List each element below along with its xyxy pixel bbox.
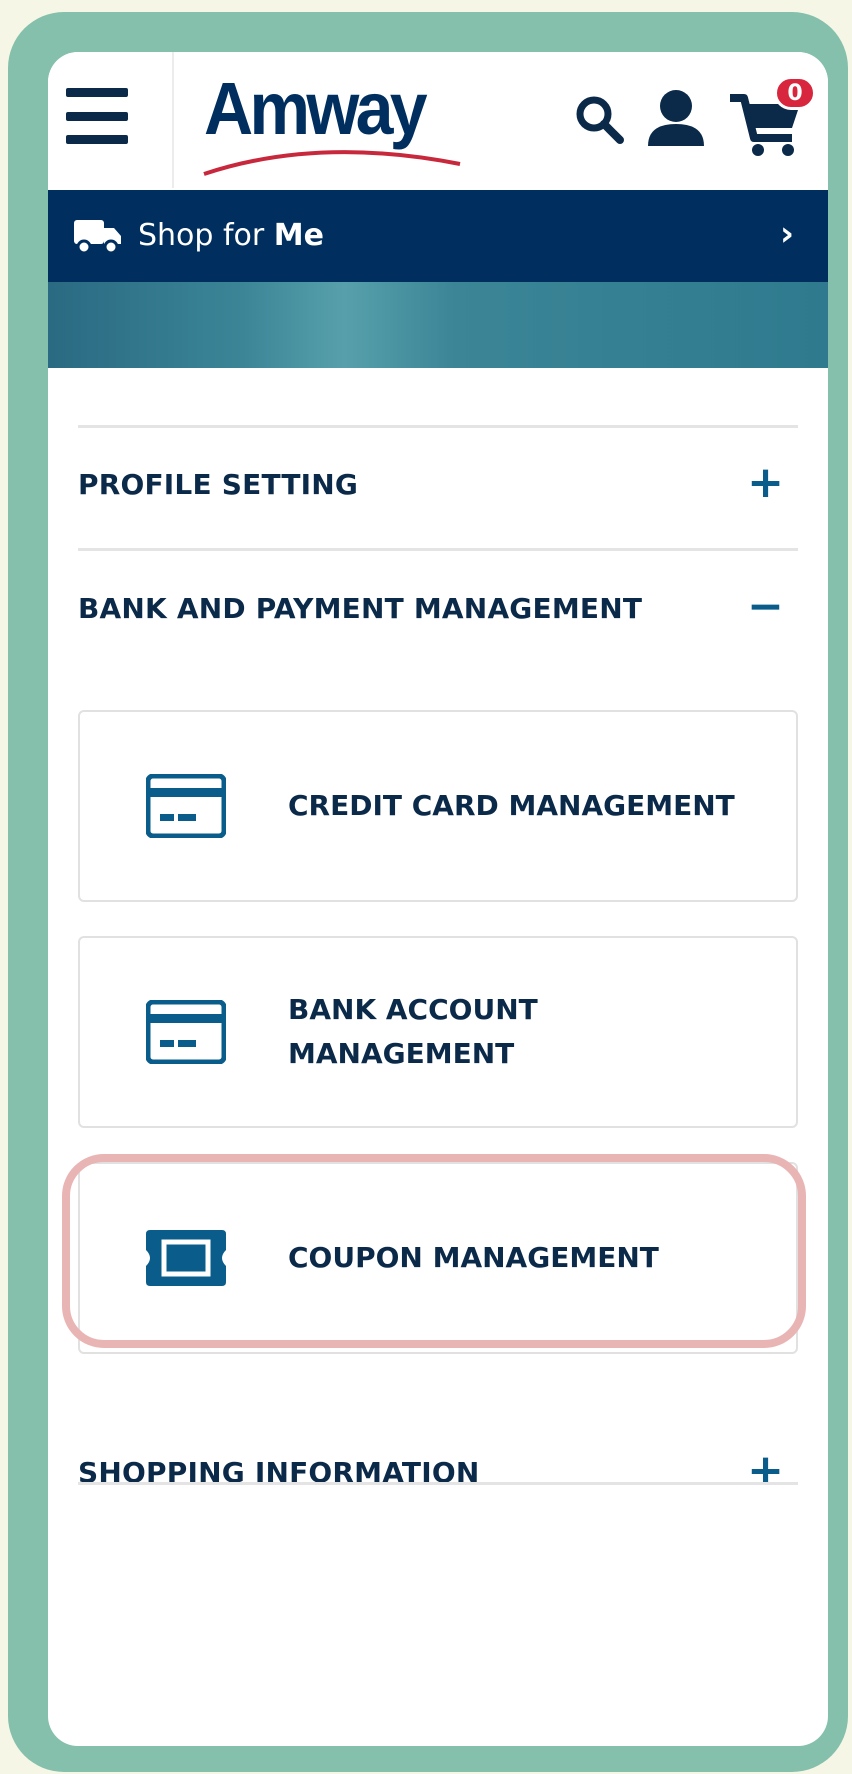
app-screen: Amway 0 Shop for Me › PROFILE SETTING + … [48, 52, 828, 1746]
hero-banner [48, 282, 828, 368]
card-label: COUPON MANAGEMENT [288, 1241, 659, 1274]
card-label: CREDIT CARD MANAGEMENT [288, 789, 735, 822]
minus-icon: − [747, 581, 784, 632]
coupon-management-item[interactable]: COUPON MANAGEMENT [78, 1162, 798, 1354]
shop-for-prefix: Shop for [138, 218, 274, 253]
card-label: BANK ACCOUNT MANAGEMENT [288, 988, 538, 1076]
top-header: Amway 0 [48, 52, 828, 188]
credit-card-icon [146, 774, 226, 838]
plus-icon: + [747, 457, 784, 508]
accordion-label: PROFILE SETTING [78, 468, 359, 501]
bank-card-icon [146, 1000, 226, 1064]
amway-logo[interactable]: Amway [198, 66, 468, 176]
coupon-icon [146, 1230, 226, 1286]
shop-for-me-text: Me [273, 218, 324, 253]
accordion-profile-setting[interactable]: PROFILE SETTING + [78, 428, 798, 548]
cart-count-badge: 0 [774, 76, 816, 110]
bank-account-management-item[interactable]: BANK ACCOUNT MANAGEMENT [78, 936, 798, 1128]
hamburger-menu-icon[interactable] [66, 88, 130, 144]
accordion-bank-payment[interactable]: BANK AND PAYMENT MANAGEMENT − [78, 552, 798, 672]
logo-swoosh [203, 150, 461, 176]
divider [78, 548, 798, 551]
credit-card-management-item[interactable]: CREDIT CARD MANAGEMENT [78, 710, 798, 902]
shop-for-label: Shop for Me [138, 218, 324, 253]
truck-icon [74, 220, 121, 254]
chevron-right-icon: › [779, 214, 794, 254]
divider [78, 1482, 798, 1485]
header-divider [172, 52, 174, 188]
account-icon[interactable] [646, 88, 706, 148]
card-label-line1: BANK ACCOUNT [288, 993, 538, 1026]
card-label-line2: MANAGEMENT [288, 1037, 515, 1070]
accordion-label: BANK AND PAYMENT MANAGEMENT [78, 592, 643, 625]
search-icon[interactable] [572, 92, 628, 148]
plus-icon: + [747, 1445, 784, 1496]
accordion-shopping-information[interactable]: SHOPPING INFORMATION + [78, 1416, 798, 1536]
shop-for-me-bar[interactable]: Shop for Me › [48, 190, 828, 282]
